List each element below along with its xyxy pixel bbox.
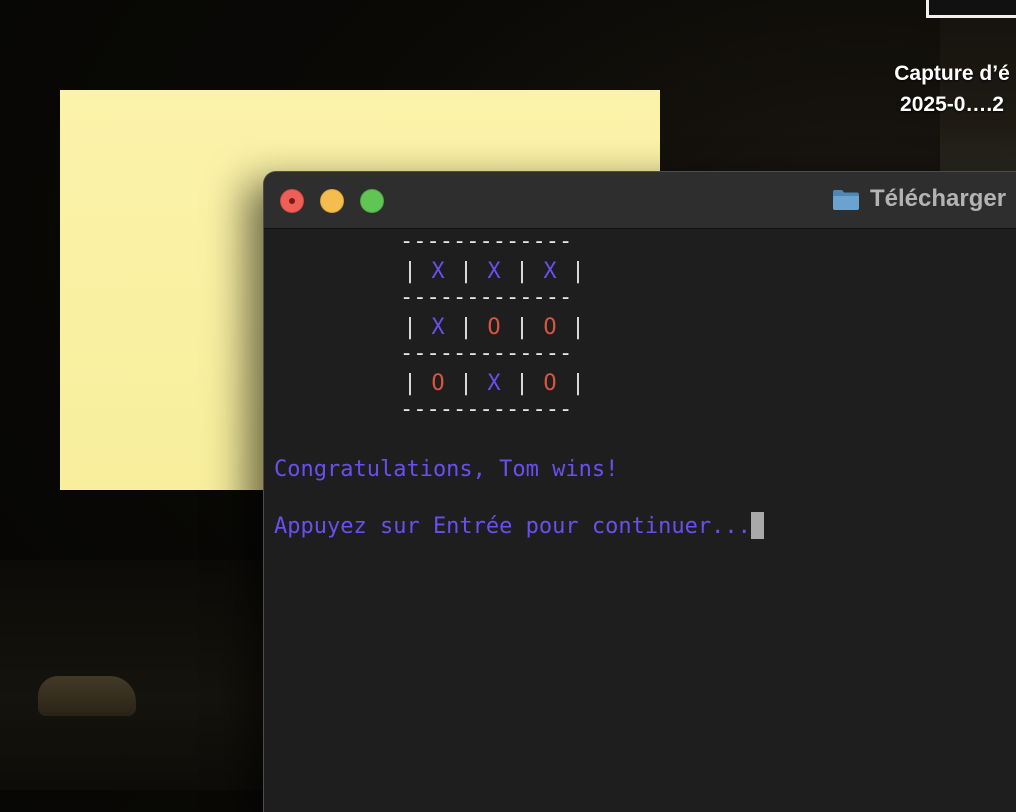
text-cursor [750, 512, 764, 539]
board-bar: | [403, 259, 417, 284]
board-bar: | [459, 371, 473, 396]
minimize-button[interactable] [320, 189, 344, 213]
close-button[interactable] [280, 189, 304, 213]
continue-prompt-text: Appuyez sur Entrée pour continuer... [274, 514, 751, 539]
continue-prompt[interactable]: Appuyez sur Entrée pour continuer... [274, 512, 764, 540]
board-row: | X | X | X | [400, 258, 600, 286]
board-cell: X [431, 315, 445, 340]
desktop-file-label[interactable]: Capture d’é 2025-0….2 [872, 58, 1016, 120]
board-separator: ------------- [400, 397, 573, 422]
board-cell: X [487, 259, 501, 284]
desktop-file-label-line2: 2025-0….2 [900, 93, 1004, 116]
desktop-file-thumbnail[interactable] [926, 0, 1016, 18]
board-cell: O [487, 315, 501, 340]
win-message: Congratulations, Tom wins! [274, 457, 619, 482]
board-separator: ------------- [400, 229, 573, 254]
folder-icon [833, 190, 859, 210]
board-separator: ------------- [400, 341, 573, 366]
board-bar: | [571, 315, 585, 340]
zoom-button[interactable] [360, 189, 384, 213]
board-bar: | [515, 259, 529, 284]
board-row: | O | X | O | [400, 370, 600, 398]
board-cell: O [431, 371, 445, 396]
window-title: Télécharger [870, 185, 1007, 212]
board-cell: X [543, 259, 557, 284]
desktop-file-label-line1: Capture d’é [894, 62, 1010, 85]
wallpaper-car [38, 676, 136, 716]
board-row: | X | O | O | [400, 314, 600, 342]
board-bar: | [515, 371, 529, 396]
board-bar: | [403, 371, 417, 396]
board-bar: | [571, 371, 585, 396]
board-bar: | [459, 259, 473, 284]
board-bar: | [515, 315, 529, 340]
window-titlebar[interactable]: Télécharger [264, 172, 1016, 229]
board-bar: | [403, 315, 417, 340]
board-cell: O [543, 315, 557, 340]
board-separator: ------------- [400, 285, 573, 310]
board-bar: | [459, 315, 473, 340]
desktop: Capture d’é 2025-0….2 Télécharger ------… [0, 0, 1016, 812]
board-bar: | [571, 259, 585, 284]
wallpaper-city [0, 560, 270, 790]
terminal-window[interactable]: Télécharger ------------- | X | X | X | … [264, 172, 1016, 812]
board-cell: X [431, 259, 445, 284]
board-cell: X [487, 371, 501, 396]
board-cell: O [543, 371, 557, 396]
